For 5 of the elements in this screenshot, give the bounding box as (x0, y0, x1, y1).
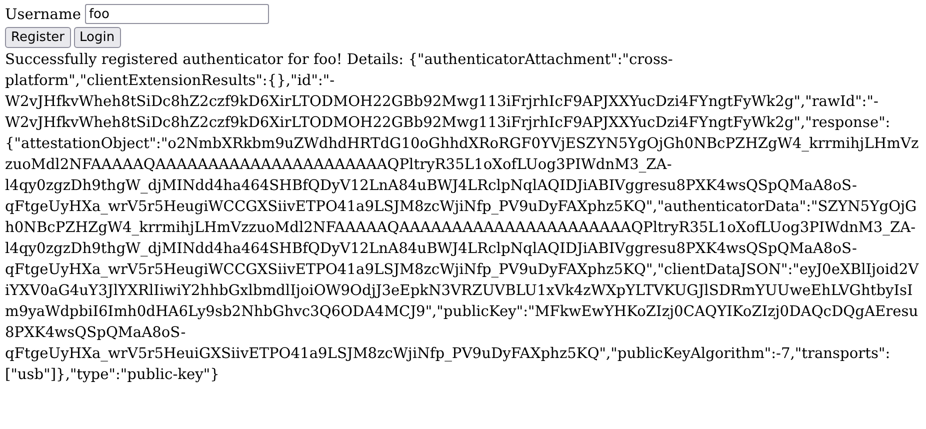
action-button[interactable]: Login (74, 27, 121, 48)
result-message: Successfully registered authenticator for foo! Details: {"authenticatorAttachment":"cross-platform","clientExtensionResults":{},"id":"-W2vJHfkvWheh8tSiDc8hZ2czf9kD6XirLTODMOH22GBb92Mwg113iFrjrhIcF9APJXXYucDzi4FYngtFyWk2g","rawId":"-W2vJHfkvWheh8tSiDc8hZ2czf9kD6XirLTODMOH22GBb92Mwg113iFrjrhIcF9APJXXYucDzi4FYngtFyWk2g","response":{"attestationObject":"o2NmbXRkbm9uZWdhdHRTdG10oGhhdXRoRGF0YVjESZYN5YgOjGh0NBcPZHZgW4_krrmihjLHmVzzuoMdl2NFAAAAAQAAAAAAAAAAAAAAAAAAAAAAQPltryR35L1oXofLUog3PIWdnM3_ZA-l4qy0zgzDh9thgW_djMINdd4ha464SHBfQDyV12LnA84uBWJ4LRclpNqlAQIDJiABIVggresu8PXK4wsQSpQMaA8oS-qFtgeUyHXa_wrV5r5HeugiWCCGXSiivETPO41a9LSJM8zcWjiNfp_PV9uDyFAXphz5KQ","authenticatorData":"SZYN5YgOjGh0NBcPZHZgW4_krrmihjLHmVzzuoMdl2NFAAAAAQAAAAAAAAAAAAAAAAAAAAAAQPltryR35L1oXofLUog3PIWdnM3_ZA-l4qy0zgzDh9thgW_djMINdd4ha464SHBfQDyV12LnA84uBWJ4LRclpNqlAQIDJiABIVggresu8PXK4wsQSpQMaA8oS-qFtgeUyHXa_wrV5r5HeugiWCCGXSiivETPO41a9LSJM8zcWjiNfp_PV9uDyFAXphz5KQ","clientDataJSON":"eyJ0eXBlIjoid2ViYXV0aG4uY3JlYXRlIiwiY2hhbGxlbmdlIjoiOW9OdjJ3eEpkN3VRZUVBLU1xVk4zWXpYLTVKUGJlSDRmYUUweEhLVGhtbyIsIm9yaWdpbiI6Imh0dHA6Ly9sb2NhbGhvc3Q6ODA4MCJ9","publicKey":"MFkwEwYHKoZIzj0CAQYIKoZIzj0DAQcDQgAEresu8PXK4wsQSpQMaA8oS-qFtgeUyHXa_wrV5r5HeuiGXSiivETPO41a9LSJM8zcWjiNfp_PV9uDyFAXphz5KQ","publicKeyAlgorithm":-7,"transports":["usb"]},"type":"public-key"} (5, 50, 920, 385)
action-button[interactable]: Register (5, 27, 71, 48)
username-label: Username (5, 6, 81, 22)
username-field[interactable]: foo (84, 4, 269, 24)
